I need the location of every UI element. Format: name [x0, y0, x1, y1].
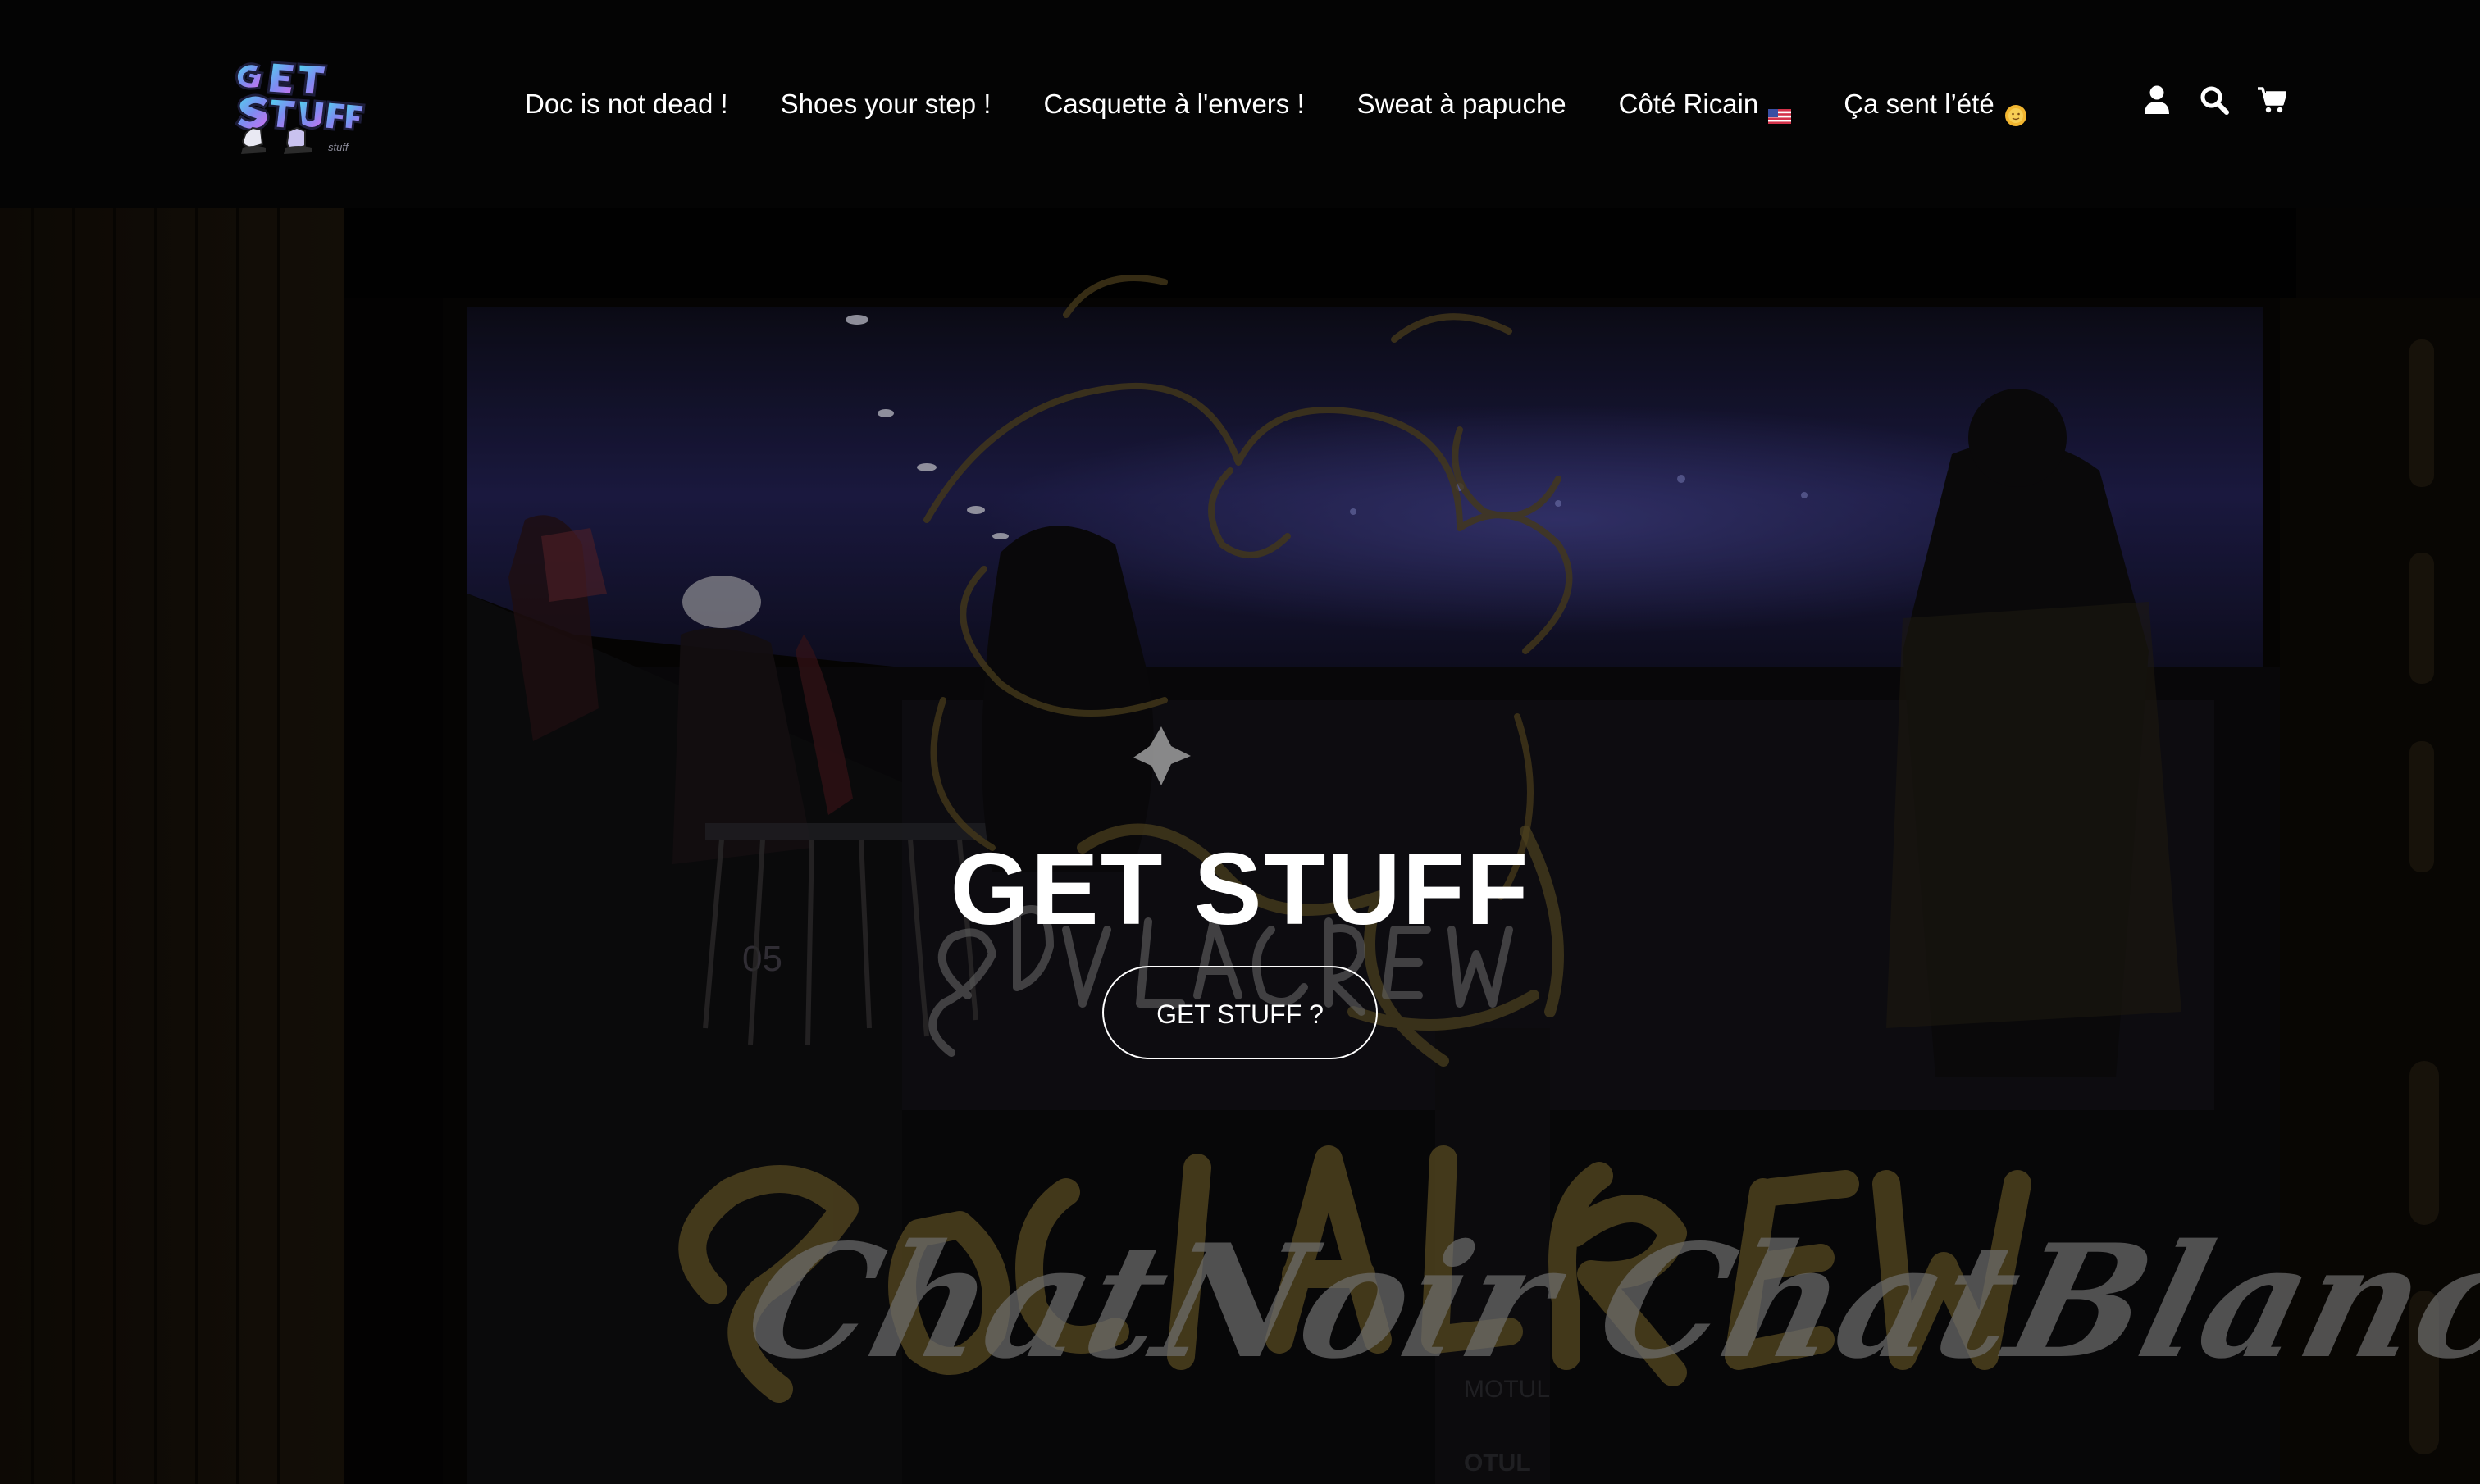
header-icons	[2142, 84, 2286, 116]
logo[interactable]: stuff	[228, 54, 367, 159]
cart-icon[interactable]	[2257, 84, 2286, 116]
main-nav: Doc is not dead ! Shoes your step ! Casq…	[525, 79, 2027, 130]
nav-item-label: Shoes your step !	[780, 89, 992, 119]
hero-title: GET STUFF	[950, 833, 1530, 946]
nav-item-doc-is-not-dead[interactable]: Doc is not dead !	[525, 79, 728, 130]
search-icon[interactable]	[2200, 84, 2229, 116]
svg-text:stuff: stuff	[328, 141, 349, 153]
page: stuff Doc is not dead ! Shoes your step …	[0, 0, 2480, 1484]
nav-item-sweat[interactable]: Sweat à papuche	[1357, 79, 1566, 130]
nav-item-label: Doc is not dead !	[525, 89, 728, 119]
sun-face-icon	[2004, 93, 2027, 126]
nav-item-label: Ça sent l’été	[1844, 89, 1994, 119]
logo-graphic: stuff	[235, 61, 366, 154]
nav-item-casquette[interactable]: Casquette à l'envers !	[1043, 79, 1304, 130]
account-icon[interactable]	[2142, 84, 2172, 116]
hero-content: GET STUFF GET STUFF ?	[0, 828, 2480, 1059]
nav-item-shoes-your-step[interactable]: Shoes your step !	[781, 79, 992, 130]
us-flag-icon	[1768, 93, 1792, 124]
get-stuff-button[interactable]: GET STUFF ?	[1102, 966, 1378, 1059]
nav-item-cote-ricain[interactable]: Côté Ricain	[1619, 79, 1792, 130]
nav-item-label: Côté Ricain	[1618, 89, 1759, 119]
nav-item-label: Sweat à papuche	[1356, 89, 1566, 119]
hero-banner: 05 MOTUL OTUL ChatNoir ChatBlanc GET STU…	[0, 208, 2480, 1484]
nav-item-ca-sent-l-ete[interactable]: Ça sent l’été	[1844, 79, 2026, 130]
nav-item-label: Casquette à l'envers !	[1043, 89, 1305, 119]
site-header: stuff Doc is not dead ! Shoes your step …	[0, 0, 2480, 208]
